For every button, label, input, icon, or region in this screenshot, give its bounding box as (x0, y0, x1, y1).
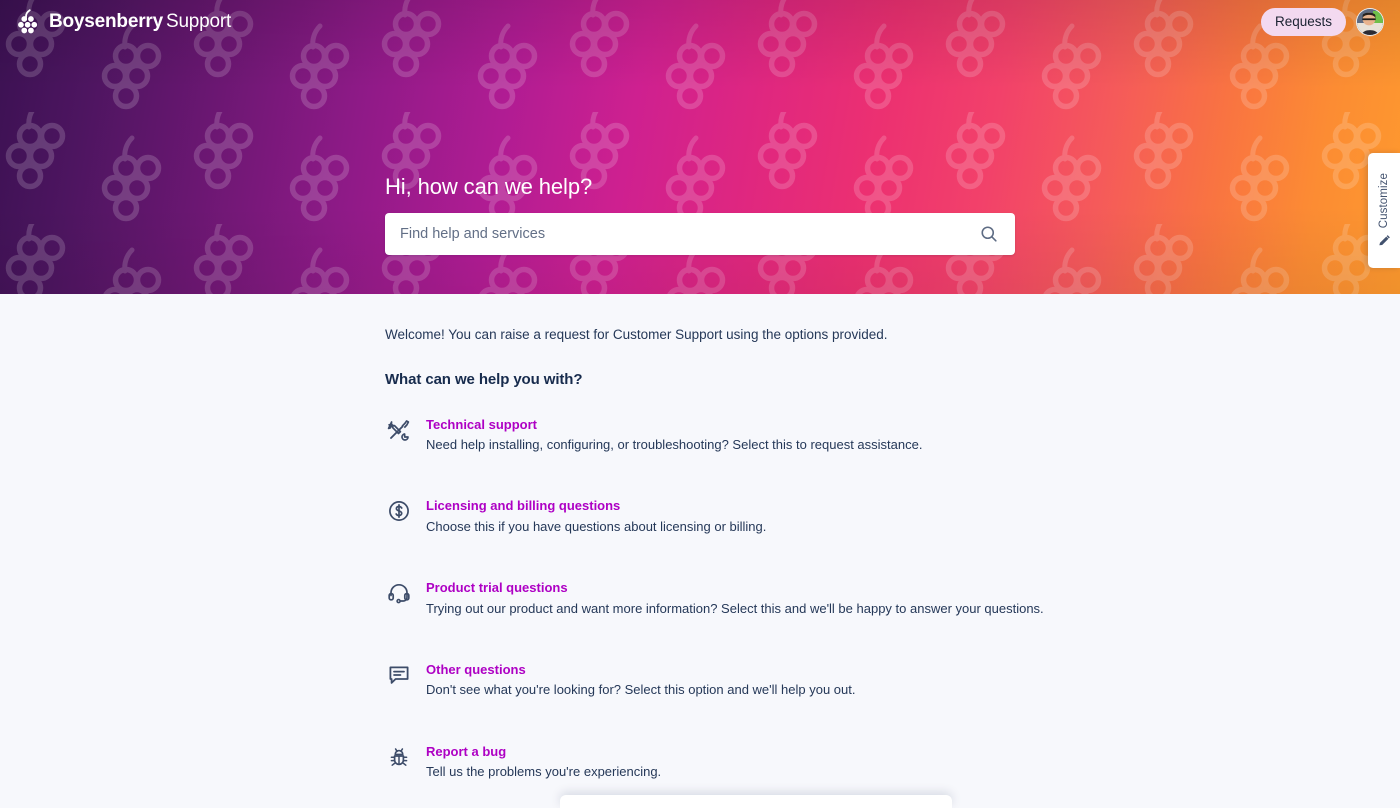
search-icon (981, 226, 997, 243)
top-navigation-bar: Boysenberry Support Requests (0, 0, 1400, 43)
brand-name-light: Support (165, 11, 232, 32)
request-type-body: Other questions Don't see what you're lo… (426, 660, 855, 700)
customize-tab[interactable]: Customize (1368, 153, 1400, 268)
main-content: Welcome! You can raise a request for Cus… (0, 294, 1400, 808)
dollar-circle-icon (385, 497, 413, 525)
content-column: Welcome! You can raise a request for Cus… (385, 294, 1085, 808)
request-type-body: Product trial questions Trying out our p… (426, 578, 1044, 618)
request-type-body: Report a bug Tell us the problems you're… (426, 742, 661, 782)
request-type-description: Choose this if you have questions about … (426, 518, 767, 534)
hero-banner: Boysenberry Support Requests Hi, how can … (0, 0, 1400, 294)
bottom-floating-panel[interactable] (560, 795, 952, 808)
brand-logo[interactable]: Boysenberry Support (14, 8, 231, 35)
section-heading: What can we help you with? (385, 370, 583, 388)
comment-icon (385, 661, 413, 689)
request-type-title: Report a bug (426, 743, 507, 759)
hero-title: Hi, how can we help? (385, 174, 593, 199)
request-type-list: Technical support Need help installing, … (385, 407, 1085, 808)
request-type-title: Licensing and billing questions (426, 498, 621, 514)
request-type-title: Technical support (426, 416, 537, 432)
request-type-licensing-billing[interactable]: Licensing and billing questions Choose t… (385, 488, 1085, 544)
user-avatar[interactable] (1356, 7, 1384, 36)
bug-icon (385, 743, 413, 771)
request-type-product-trial[interactable]: Product trial questions Trying out our p… (385, 570, 1085, 626)
headset-icon (385, 579, 413, 607)
request-type-technical-support[interactable]: Technical support Need help installing, … (385, 407, 1085, 463)
welcome-text: Welcome! You can raise a request for Cus… (385, 327, 888, 342)
request-type-other-questions[interactable]: Other questions Don't see what you're lo… (385, 652, 1085, 708)
pencil-icon (1379, 235, 1390, 246)
brand-title: Boysenberry Support (49, 12, 231, 31)
brand-name-bold: Boysenberry (49, 11, 163, 32)
request-type-description: Trying out our product and want more inf… (426, 600, 1044, 616)
request-type-report-bug[interactable]: Report a bug Tell us the problems you're… (385, 734, 1085, 790)
search-box[interactable] (385, 213, 1015, 256)
requests-button[interactable]: Requests (1260, 7, 1346, 36)
hero-center-block: Hi, how can we help? (385, 174, 1015, 256)
avatar-photo (1357, 8, 1383, 35)
request-type-body: Technical support Need help installing, … (426, 415, 922, 455)
tools-icon (385, 416, 413, 444)
customize-label: Customize (1378, 172, 1390, 229)
request-type-description: Need help installing, configuring, or tr… (426, 437, 923, 453)
request-type-description: Tell us the problems you're experiencing… (426, 764, 662, 780)
request-type-title: Product trial questions (426, 580, 568, 596)
berry-cluster-icon (18, 8, 38, 33)
request-type-title: Other questions (426, 661, 526, 677)
request-type-body: Licensing and billing questions Choose t… (426, 496, 766, 536)
search-button[interactable] (977, 224, 1001, 244)
search-input[interactable] (400, 213, 977, 256)
nav-right-group: Requests (1260, 7, 1384, 36)
request-type-description: Don't see what you're looking for? Selec… (426, 682, 856, 698)
